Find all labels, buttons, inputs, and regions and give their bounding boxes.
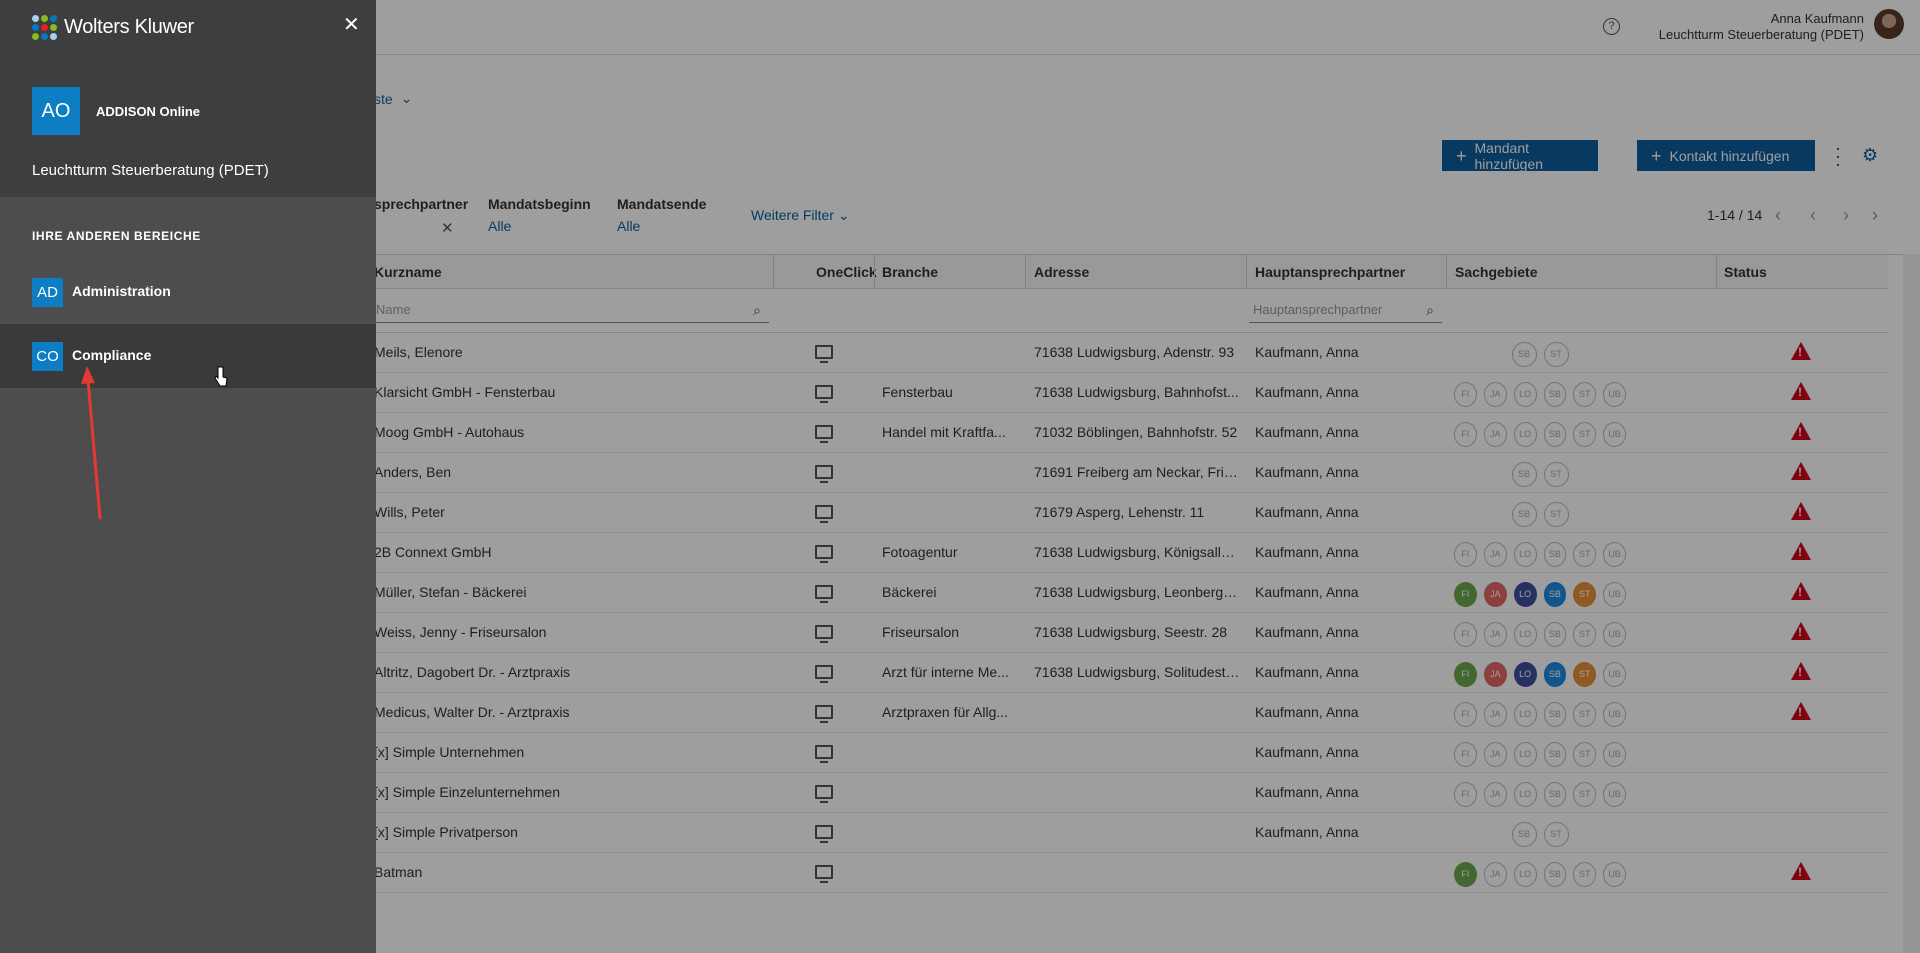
app-switcher-panel: Wolters Kluwer ✕ AO ADDISON Online Leuch… [0, 0, 376, 953]
hand-cursor-icon [214, 366, 228, 387]
annotation-arrow [81, 366, 102, 520]
modal-backdrop[interactable] [376, 0, 1920, 953]
